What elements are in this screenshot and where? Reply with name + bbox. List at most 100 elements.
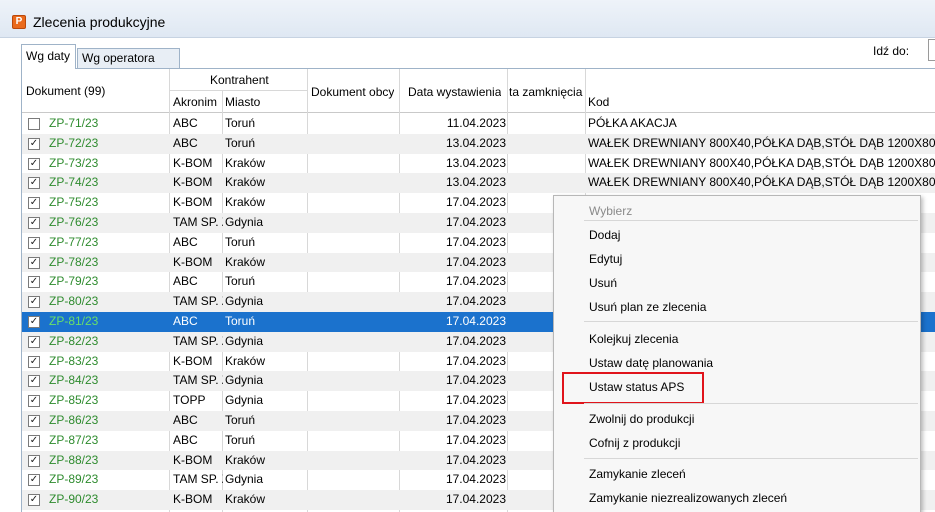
row-checkbox[interactable]: ✓	[28, 276, 40, 289]
header-miasto[interactable]: Miasto	[225, 95, 260, 109]
cell-dokument: ZP-76/23	[49, 215, 99, 229]
cell-akronim: TAM SP. Z	[173, 472, 223, 487]
cell-dokument: ZP-83/23	[49, 353, 99, 368]
row-checkbox[interactable]: ✓	[28, 217, 40, 229]
cell-akronim: K-BOM	[173, 492, 213, 507]
row-checkbox[interactable]: ✓	[28, 316, 40, 328]
cell-dokument: ZP-86/23	[49, 413, 99, 427]
cell-dokument-obcy	[309, 490, 399, 510]
cell-miasto: Gdynia	[225, 294, 264, 309]
menu-item-zamykanie-niezrealizowanych[interactable]: Zamykanie niezrealizowanych zleceń	[589, 491, 787, 505]
menu-item-usun[interactable]: Usuń	[589, 276, 617, 290]
cell-data-wystawienia: 17.04.2023	[445, 393, 506, 408]
row-checkbox[interactable]: ✓	[28, 454, 40, 467]
row-checkbox[interactable]	[28, 118, 40, 130]
cell-miasto: Toruń	[225, 234, 256, 249]
menu-item-zamykanie[interactable]: Zamykanie zleceń	[589, 467, 686, 481]
header-akronim[interactable]: Akronim	[173, 95, 217, 109]
menu-item-ustaw-date[interactable]: Ustaw datę planowania	[589, 356, 713, 370]
cell-miasto: Toruń	[225, 432, 256, 447]
cell-data-wystawienia: 11.04.2023	[446, 116, 506, 130]
row-checkbox[interactable]: ✓	[28, 355, 40, 368]
header-dokument[interactable]: Dokument (99)	[26, 84, 105, 98]
cell-dokument: ZP-81/23	[49, 314, 99, 328]
cell-data-wystawienia: 17.04.2023	[445, 294, 506, 309]
cell-dokument: ZP-82/23	[49, 333, 99, 348]
header-divider	[170, 90, 307, 91]
cell-dokument: ZP-84/23	[49, 373, 99, 388]
window-titlebar: P Zlecenia produkcyjne	[0, 0, 935, 38]
cell-dokument: ZP-75/23	[49, 195, 99, 210]
goto-label: Idź do:	[873, 44, 910, 58]
row-checkbox[interactable]: ✓	[28, 415, 40, 427]
row-checkbox[interactable]: ✓	[28, 236, 40, 249]
cell-miasto: Toruń	[225, 116, 256, 130]
row-checkbox[interactable]: ✓	[28, 375, 40, 388]
cell-akronim: ABC	[173, 274, 198, 289]
cell-miasto: Gdynia	[225, 333, 264, 348]
cell-dokument-obcy	[309, 173, 399, 193]
cell-akronim: ABC	[173, 314, 198, 328]
cell-miasto: Toruń	[225, 135, 256, 150]
cell-kod: WAŁEK DREWNIANY 800X40,PÓŁKA DĄB,STÓŁ DĄ…	[588, 175, 935, 190]
cell-dokument: ZP-89/23	[49, 472, 99, 487]
row-checkbox[interactable]: ✓	[28, 177, 40, 190]
cell-miasto: Kraków	[225, 492, 266, 507]
table-row[interactable]: ✓ ZP-73/23 K-BOM Kraków 13.04.2023 WAŁEK DREW…	[22, 154, 935, 174]
cell-dokument-obcy	[309, 292, 399, 312]
header-data-zamkniecia[interactable]: ta zamknięcia	[509, 85, 585, 99]
cell-kod: WAŁEK DREWNIANY 800X40,PÓŁKA DĄB,STÓŁ DĄ…	[588, 135, 935, 150]
menu-item-cofnij[interactable]: Cofnij z produkcji	[589, 436, 680, 450]
menu-item-dodaj[interactable]: Dodaj	[589, 228, 620, 242]
row-checkbox[interactable]: ✓	[28, 296, 40, 309]
header-kontrahent: Kontrahent	[210, 73, 269, 87]
cell-dokument-obcy	[309, 154, 399, 174]
cell-akronim: ABC	[173, 135, 198, 150]
goto-input[interactable]	[928, 39, 935, 61]
cell-dokument: ZP-71/23	[49, 116, 99, 130]
header-dokument-obcy[interactable]: Dokument obcy	[311, 85, 394, 99]
table-row[interactable]: ✓ ZP-74/23 K-BOM Kraków 13.04.2023 WAŁEK DREW…	[22, 173, 935, 194]
cell-dokument-obcy	[309, 134, 399, 154]
cell-dokument-obcy	[309, 332, 399, 352]
cell-data-zamkniecia	[509, 154, 583, 174]
menu-item-kolejkuj[interactable]: Kolejkuj zlecenia	[589, 332, 678, 346]
cell-data-wystawienia: 17.04.2023	[445, 373, 506, 388]
menu-item-edytuj[interactable]: Edytuj	[589, 252, 622, 266]
menu-item-zwolnij[interactable]: Zwolnij do produkcji	[589, 412, 694, 426]
table-row[interactable]: ✓ ZP-72/23 ABC Toruń 13.04.2023 WAŁEK DREWNIA…	[22, 133, 935, 154]
menu-item-ustaw-status-aps[interactable]: Ustaw status APS	[589, 380, 684, 394]
cell-data-wystawienia: 17.04.2023	[445, 274, 506, 289]
cell-dokument: ZP-88/23	[49, 452, 99, 467]
cell-dokument: ZP-79/23	[49, 274, 99, 289]
cell-dokument-obcy	[309, 352, 399, 372]
cell-data-wystawienia: 17.04.2023	[445, 333, 506, 348]
row-checkbox[interactable]: ✓	[28, 434, 40, 447]
row-checkbox[interactable]: ✓	[28, 137, 40, 150]
cell-dokument: ZP-85/23	[49, 393, 99, 408]
cell-kod: PÓŁKA AKACJA	[588, 116, 677, 130]
row-checkbox[interactable]: ✓	[28, 335, 40, 348]
cell-miasto: Toruń	[225, 274, 256, 289]
context-menu: Wybierz Dodaj Edytuj Usuń Usuń plan ze zlece…	[553, 195, 921, 512]
cell-miasto: Kraków	[225, 452, 266, 467]
table-row[interactable]: ZP-71/23 ABC Toruń 11.04.2023 PÓŁKA AKACJA	[22, 114, 935, 134]
row-checkbox[interactable]: ✓	[28, 474, 40, 487]
row-checkbox[interactable]: ✓	[28, 494, 40, 507]
row-checkbox[interactable]: ✓	[28, 256, 40, 269]
row-checkbox[interactable]: ✓	[28, 157, 40, 170]
row-checkbox[interactable]: ✓	[28, 197, 40, 210]
cell-akronim: K-BOM	[173, 175, 213, 190]
cell-dokument: ZP-90/23	[49, 492, 99, 507]
cell-data-wystawienia: 17.04.2023	[445, 413, 506, 427]
header-data-wystawienia[interactable]: Data wystawienia	[408, 85, 501, 99]
tab-wg-daty[interactable]: Wg daty	[21, 44, 76, 69]
row-checkbox[interactable]: ✓	[28, 395, 40, 408]
cell-dokument-obcy	[309, 213, 399, 233]
cell-data-wystawienia: 17.04.2023	[445, 452, 506, 467]
tab-wg-operatora[interactable]: Wg operatora	[77, 48, 180, 68]
menu-item-usun-plan[interactable]: Usuń plan ze zlecenia	[589, 300, 706, 314]
cell-miasto: Kraków	[225, 254, 266, 269]
header-kod[interactable]: Kod	[588, 95, 609, 109]
cell-akronim: TAM SP. Z	[173, 294, 223, 309]
